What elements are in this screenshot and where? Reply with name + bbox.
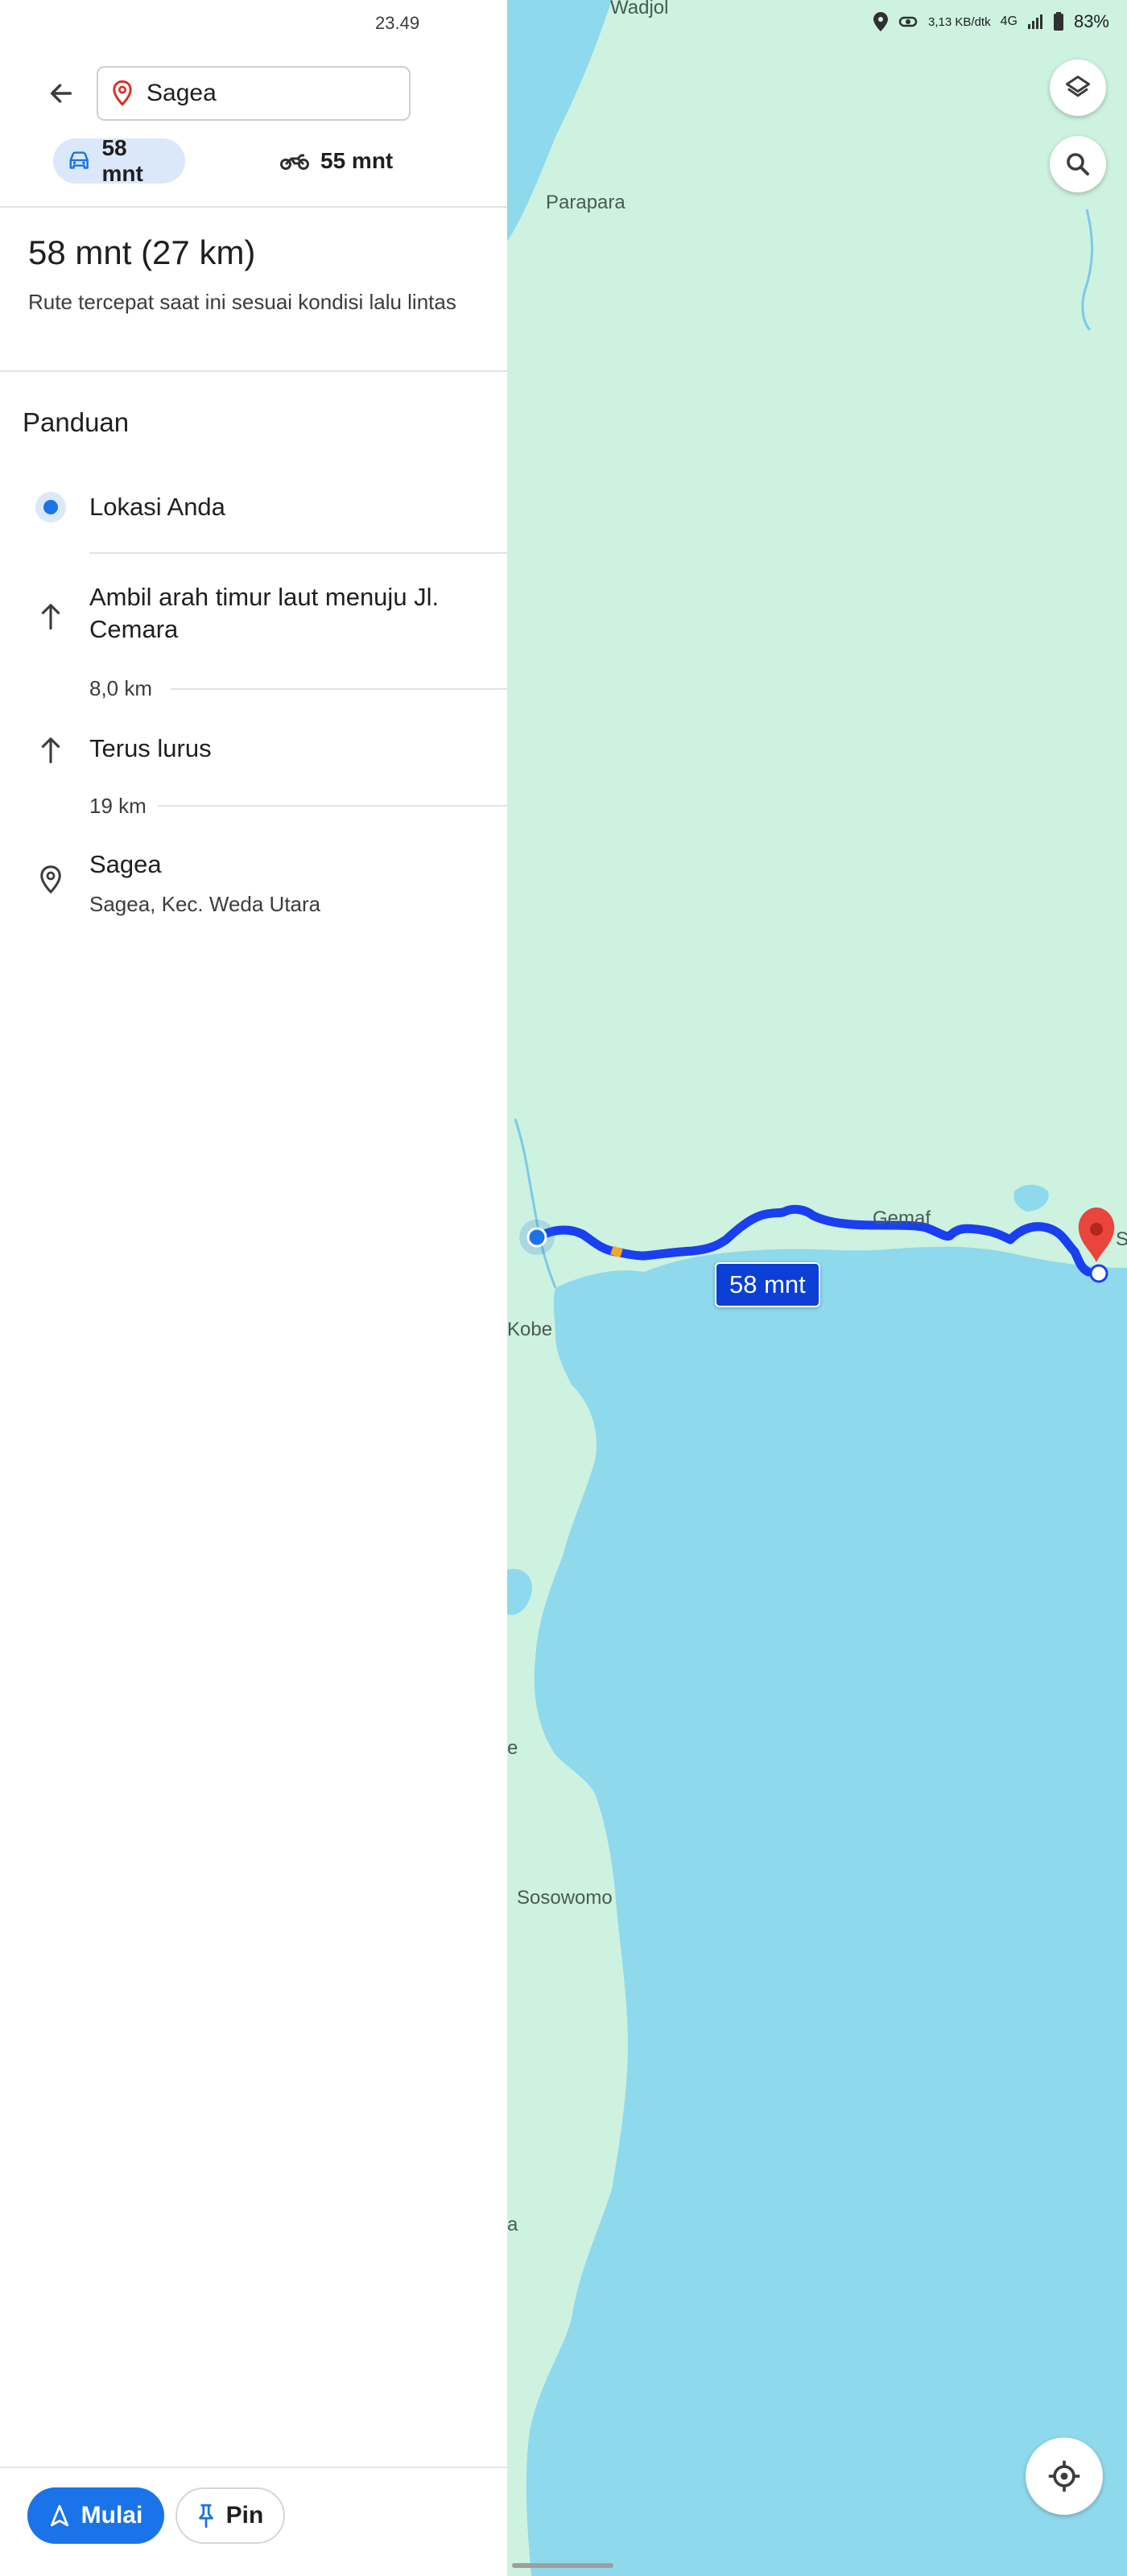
divider [0, 370, 507, 372]
step-1-text: Ambil arah timur laut menuju Jl. Cemara [89, 583, 440, 643]
divider [158, 805, 507, 807]
motorcycle-icon [280, 154, 309, 170]
home-indicator[interactable] [512, 2563, 613, 2568]
directions-panel: 23.49 Sagea 58 mnt 55 mnt 58 mnt (27 km)… [0, 0, 507, 2576]
map-label-wadjol: Wadjol [610, 0, 669, 19]
destination-dot [1089, 1264, 1108, 1283]
battery-icon [1053, 12, 1063, 31]
step-origin[interactable]: Lokasi Anda [0, 483, 507, 547]
destination-name: Sagea [89, 850, 162, 878]
back-button[interactable] [37, 74, 85, 113]
network-speed: 3,13 KB/dtk [928, 14, 991, 29]
traffic-segment [610, 1245, 623, 1258]
origin-label: Lokasi Anda [89, 493, 225, 521]
destination-search-field[interactable]: Sagea [97, 66, 411, 121]
pin-button[interactable]: Pin [175, 2487, 285, 2544]
map-label-sosowomo: Sosowomo [517, 1887, 613, 1909]
step-1-distance: 8,0 km [89, 676, 153, 700]
mode-car-label: 58 mnt [101, 135, 143, 186]
destination-text: Sagea [147, 80, 217, 106]
mode-motorcycle-label: 55 mnt [320, 148, 394, 173]
crosshair-icon [1048, 2460, 1080, 2492]
status-icons: 3,13 KB/dtk 4G 83% [873, 11, 1109, 32]
route-duration-badge[interactable]: 58 mnt [715, 1262, 820, 1307]
my-location-button[interactable] [1026, 2438, 1103, 2515]
destination-address: Sagea, Kec. Weda Utara [89, 892, 321, 916]
status-time: 23.49 [375, 13, 420, 33]
location-status-icon [873, 12, 889, 31]
route-summary-title: 58 mnt (27 km) [28, 233, 256, 271]
start-label: Mulai [80, 2502, 143, 2529]
mode-car-chip[interactable]: 58 mnt [53, 135, 185, 186]
divider [89, 552, 507, 554]
map-label-edge-e: e [507, 1737, 518, 1759]
directions-section-title: Panduan [23, 407, 130, 437]
step-2-distance: 19 km [89, 794, 147, 818]
map-view[interactable]: Wadjol Parapara Gemaf Kobe Sosowomo S e … [507, 0, 1127, 2576]
signal-icon [1027, 14, 1042, 29]
layers-button[interactable] [1050, 60, 1106, 116]
step-2[interactable]: Terus lurus [0, 724, 507, 773]
map-label-edge-s: S [1116, 1228, 1127, 1250]
vpn-status-icon [898, 16, 918, 27]
navigation-arrow-icon [50, 2504, 68, 2527]
pin-label: Pin [225, 2502, 264, 2529]
search-icon [1067, 153, 1089, 175]
car-icon [69, 151, 89, 169]
map-search-button[interactable] [1050, 136, 1106, 192]
location-pin-icon [113, 80, 132, 106]
divider [0, 206, 507, 208]
route-summary-subtitle: Rute tercepat saat ini sesuai kondisi la… [28, 290, 456, 314]
layers-icon [1066, 76, 1090, 97]
start-navigation-button[interactable]: Mulai [27, 2487, 164, 2544]
map-label-gemaf: Gemaf [873, 1208, 931, 1229]
map-label-parapara: Parapara [546, 192, 625, 213]
origin-dot[interactable] [526, 1227, 547, 1248]
arrow-up-icon [32, 731, 69, 768]
pushpin-icon [198, 2504, 213, 2528]
arrow-up-icon [32, 597, 69, 634]
map-label-edge-a: a [507, 2214, 518, 2235]
mode-motorcycle-chip[interactable]: 55 mnt [266, 138, 411, 184]
battery-percent: 83% [1073, 11, 1109, 31]
arrow-left-icon [50, 84, 72, 103]
step-2-text: Terus lurus [89, 734, 212, 762]
step-destination[interactable]: Sagea Sagea, Kec. Weda Utara [0, 845, 507, 926]
bottom-action-bar: Mulai Pin [0, 2467, 507, 2576]
map-label-kobe: Kobe [507, 1319, 553, 1340]
step-1[interactable]: Ambil arah timur laut menuju Jl. Cemara [0, 581, 507, 670]
origin-marker-icon [32, 489, 69, 526]
network-type: 4G [1000, 14, 1018, 28]
divider [171, 688, 507, 690]
destination-icon [32, 861, 69, 898]
